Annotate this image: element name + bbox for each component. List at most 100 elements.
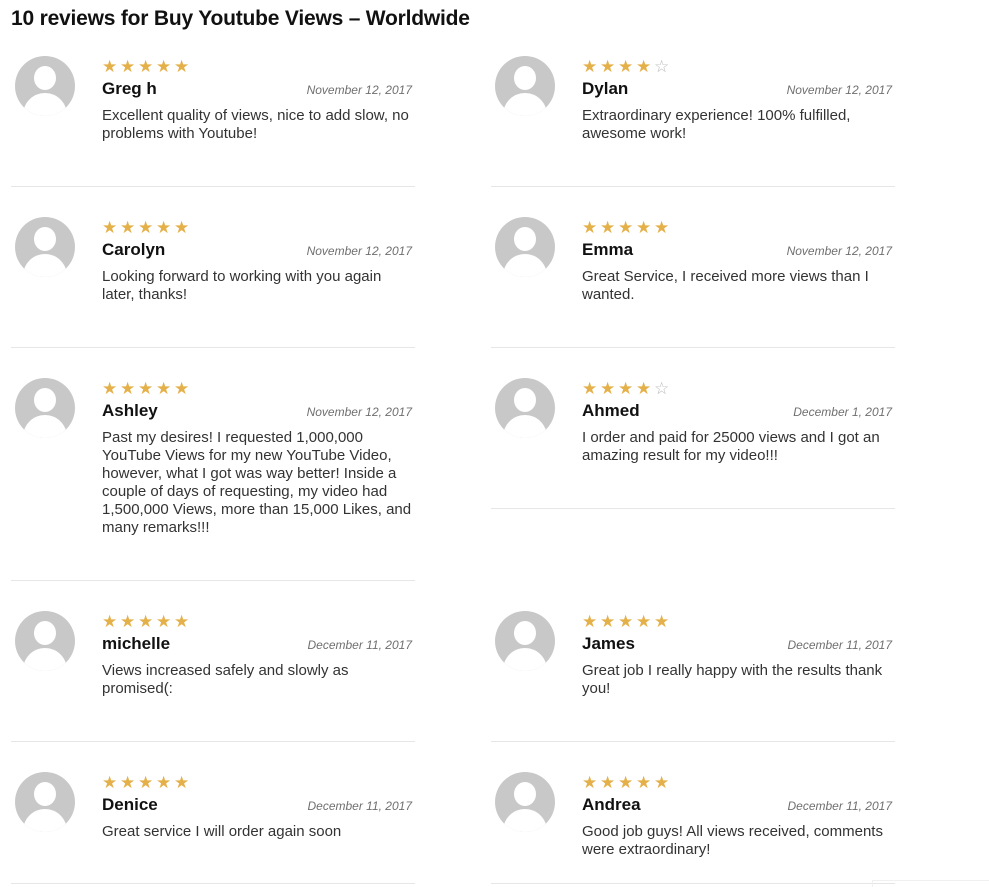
review-divider: [11, 186, 415, 187]
review-divider: [491, 186, 895, 187]
star-filled-icon: ★: [138, 218, 154, 238]
star-filled-icon: ★: [600, 773, 616, 793]
review-divider: [491, 347, 895, 348]
default-avatar-icon: [15, 217, 75, 277]
star-filled-icon: ★: [174, 612, 190, 632]
star-filled-icon: ★: [636, 773, 652, 793]
reviews-list: ★ ★ ★ ★ ★ Greg h November 12, 2017 Excellent qu…: [0, 0, 989, 886]
default-avatar-icon: [15, 56, 75, 116]
star-filled-icon: ★: [636, 57, 652, 77]
star-filled-icon: ★: [120, 57, 136, 77]
star-rating: ★ ★ ★ ★ ★: [102, 774, 192, 792]
star-filled-icon: ★: [636, 218, 652, 238]
review-text: Great job I really happy with the result…: [582, 662, 883, 697]
star-filled-icon: ★: [102, 218, 118, 238]
star-empty-icon: ☆: [654, 379, 670, 399]
review-date: November 12, 2017: [306, 244, 412, 258]
reviewer-name: James: [582, 634, 635, 653]
star-filled-icon: ★: [582, 218, 598, 238]
star-filled-icon: ★: [174, 57, 190, 77]
default-avatar-icon: [495, 611, 555, 671]
review-date: December 11, 2017: [307, 638, 412, 652]
default-avatar-icon: [15, 378, 75, 438]
review-date: November 12, 2017: [306, 83, 412, 97]
star-filled-icon: ★: [156, 773, 172, 793]
star-filled-icon: ★: [102, 57, 118, 77]
star-filled-icon: ★: [618, 773, 634, 793]
reviewer-name: Andrea: [582, 795, 641, 814]
review-text: Good job guys! All views received, comme…: [582, 823, 883, 858]
star-filled-icon: ★: [174, 218, 190, 238]
star-filled-icon: ★: [156, 218, 172, 238]
star-filled-icon: ★: [138, 379, 154, 399]
review-text: Extraordinary experience! 100% fulfilled…: [582, 107, 851, 142]
review-divider: [491, 883, 895, 884]
review-divider: [11, 741, 415, 742]
star-filled-icon: ★: [600, 379, 616, 399]
default-avatar-icon: [495, 56, 555, 116]
star-filled-icon: ★: [156, 612, 172, 632]
star-filled-icon: ★: [582, 57, 598, 77]
reviewer-name: Ahmed: [582, 401, 640, 420]
star-rating: ★ ★ ★ ★ ★: [102, 219, 192, 237]
star-filled-icon: ★: [582, 379, 598, 399]
star-filled-icon: ★: [156, 379, 172, 399]
default-avatar-icon: [495, 217, 555, 277]
star-filled-icon: ★: [102, 773, 118, 793]
star-rating: ★ ★ ★ ★ ★: [582, 613, 672, 631]
star-filled-icon: ★: [120, 612, 136, 632]
star-filled-icon: ★: [618, 218, 634, 238]
review-text: I order and paid for 25000 views and I g…: [582, 429, 880, 464]
review-date: November 12, 2017: [306, 405, 412, 419]
review-text: Great service I will order again soon: [102, 823, 342, 840]
star-filled-icon: ★: [636, 379, 652, 399]
star-filled-icon: ★: [120, 379, 136, 399]
review-text: Past my desires! I requested 1,000,000 Y…: [102, 429, 412, 536]
reviewer-name: Ashley: [102, 401, 158, 420]
star-filled-icon: ★: [618, 612, 634, 632]
reviewer-name: Carolyn: [102, 240, 166, 259]
review-divider: [11, 883, 415, 884]
reviewer-name: Emma: [582, 240, 634, 259]
star-rating: ★ ★ ★ ★ ☆: [582, 380, 672, 398]
review-text: Great Service, I received more views tha…: [582, 268, 869, 303]
star-filled-icon: ★: [618, 379, 634, 399]
star-filled-icon: ★: [654, 612, 670, 632]
default-avatar-icon: [15, 772, 75, 832]
reviewer-name: Denice: [102, 795, 158, 814]
star-filled-icon: ★: [102, 612, 118, 632]
reviewer-name: Greg h: [102, 79, 157, 98]
star-filled-icon: ★: [120, 773, 136, 793]
review-date: November 12, 2017: [786, 244, 892, 258]
star-filled-icon: ★: [636, 612, 652, 632]
default-avatar-icon: [495, 772, 555, 832]
star-filled-icon: ★: [600, 612, 616, 632]
star-filled-icon: ★: [156, 57, 172, 77]
star-filled-icon: ★: [618, 57, 634, 77]
review-date: December 11, 2017: [307, 799, 412, 813]
review-text: Looking forward to working with you agai…: [102, 268, 382, 303]
star-filled-icon: ★: [138, 612, 154, 632]
star-filled-icon: ★: [582, 612, 598, 632]
star-rating: ★ ★ ★ ★ ★: [582, 774, 672, 792]
reviewer-name: Dylan: [582, 79, 629, 98]
star-filled-icon: ★: [654, 773, 670, 793]
star-filled-icon: ★: [102, 379, 118, 399]
star-filled-icon: ★: [138, 773, 154, 793]
star-filled-icon: ★: [582, 773, 598, 793]
star-filled-icon: ★: [174, 379, 190, 399]
star-rating: ★ ★ ★ ★ ★: [102, 380, 192, 398]
star-rating: ★ ★ ★ ★ ★: [102, 613, 192, 631]
review-text: Views increased safely and slowly as pro…: [102, 662, 349, 697]
review-date: December 11, 2017: [787, 799, 892, 813]
star-filled-icon: ★: [654, 218, 670, 238]
star-rating: ★ ★ ★ ★ ☆: [582, 58, 672, 76]
review-divider: [11, 347, 415, 348]
star-rating: ★ ★ ★ ★ ★: [582, 219, 672, 237]
review-text: Excellent quality of views, nice to add …: [102, 107, 409, 142]
review-divider: [491, 741, 895, 742]
reviewer-name: michelle: [102, 634, 171, 653]
review-divider: [491, 508, 895, 509]
star-filled-icon: ★: [138, 57, 154, 77]
star-filled-icon: ★: [120, 218, 136, 238]
